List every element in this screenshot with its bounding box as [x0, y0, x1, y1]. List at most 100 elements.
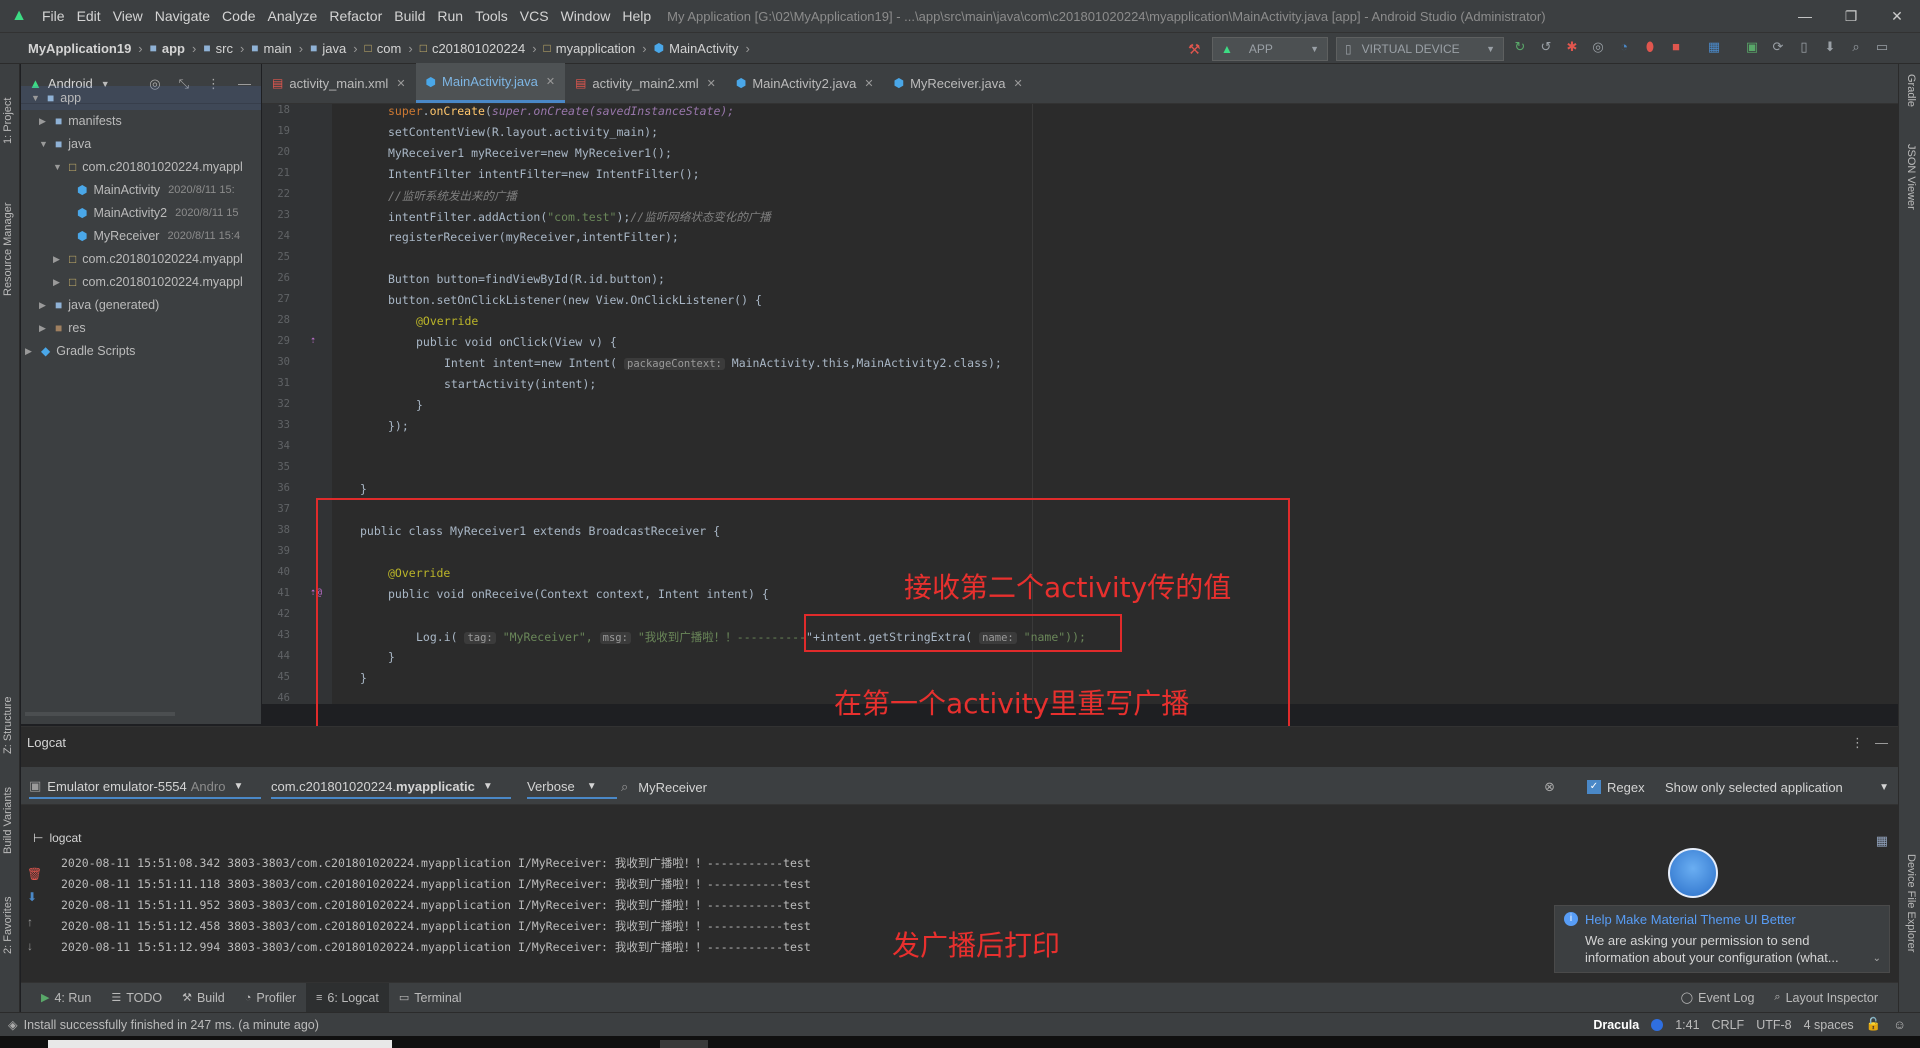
menu-tools[interactable]: Tools	[469, 8, 514, 24]
tool-build[interactable]: ⚒ Build	[172, 983, 235, 1013]
device-file-explorer-tool-button[interactable]: Device File Explorer	[1905, 854, 1917, 952]
resource-manager-tool-button[interactable]: Resource Manager	[2, 202, 14, 296]
breadcrumb-app[interactable]: app	[162, 41, 185, 56]
process-dropdown[interactable]: com.c201801020224. myapplicatic ▼	[271, 775, 511, 799]
favorites-tool-button[interactable]: 2: Favorites	[2, 897, 14, 954]
cursor-position[interactable]: 1:41	[1675, 1018, 1699, 1032]
project-tool-button[interactable]: 1: Project	[2, 98, 14, 144]
breadcrumb-java[interactable]: java	[322, 41, 346, 56]
coverage-icon[interactable]: ◎	[1590, 39, 1606, 55]
tree-item-mainactivity[interactable]: ⬢ MainActivity 2020/8/11 15:	[77, 178, 235, 202]
menu-refactor[interactable]: Refactor	[323, 8, 388, 24]
override-gutter-icon[interactable]: ⇡	[310, 335, 316, 346]
tree-item-package[interactable]: ▼ □ com.c201801020224.myappl	[53, 155, 243, 179]
close-icon[interactable]: ✕	[864, 77, 873, 90]
status-message[interactable]: Install successfully finished in 247 ms.…	[24, 1018, 319, 1032]
menu-file[interactable]: File	[36, 8, 71, 24]
debug-icon[interactable]: ✱	[1564, 39, 1580, 55]
breadcrumb-package[interactable]: c201801020224	[432, 41, 525, 56]
log-level-dropdown[interactable]: Verbose ▼	[527, 775, 617, 799]
layout-icon[interactable]: ▭	[1874, 39, 1890, 55]
chevron-down-icon[interactable]: ⌄	[1873, 953, 1881, 964]
more-icon[interactable]: ⋮	[1851, 735, 1864, 751]
taskbar-window[interactable]	[48, 1040, 392, 1048]
breadcrumb-src[interactable]: src	[216, 41, 233, 56]
tree-item-myreceiver[interactable]: ⬢ MyReceiver 2020/8/11 15:4	[77, 224, 240, 248]
logcat-tab[interactable]: ⊢ logcat	[33, 831, 81, 845]
layout-icon[interactable]: ▦	[1876, 833, 1888, 849]
structure-tool-button[interactable]: Z: Structure	[2, 697, 14, 754]
tree-item-java[interactable]: ▼ ■ java	[39, 132, 91, 156]
menu-view[interactable]: View	[107, 8, 149, 24]
tab-activity-main-xml[interactable]: ▤ activity_main.xml ✕	[262, 63, 416, 103]
menu-analyze[interactable]: Analyze	[262, 8, 324, 24]
profile-icon[interactable]: ◔	[1616, 39, 1632, 55]
tree-item-manifests[interactable]: ▶ ■ manifests	[39, 109, 122, 133]
tool-run[interactable]: ▶ 4: Run	[31, 983, 101, 1013]
regex-checkbox[interactable]: ✓ Regex	[1587, 775, 1645, 799]
tool-logcat[interactable]: ≡ 6: Logcat	[306, 982, 389, 1013]
indent-setting[interactable]: 4 spaces	[1804, 1018, 1854, 1032]
hide-icon[interactable]: —	[1875, 735, 1888, 750]
notification-balloon[interactable]: i Help Make Material Theme UI Better We …	[1554, 905, 1890, 973]
apply-changes-icon[interactable]: ↺	[1538, 39, 1554, 55]
tab-myreceiver-java[interactable]: ⬢ MyReceiver.java ✕	[884, 63, 1033, 103]
gradle-tool-button[interactable]: Gradle	[1905, 74, 1917, 107]
sdk-manager-icon[interactable]: ⬇	[1822, 39, 1838, 55]
attach-debugger-icon[interactable]: ⬮	[1642, 39, 1658, 55]
minimize-button[interactable]: —	[1782, 0, 1828, 32]
build-variants-tool-button[interactable]: Build Variants	[2, 787, 14, 854]
clear-log-icon[interactable]: 🗑	[27, 867, 42, 881]
tree-item-gradle-scripts[interactable]: ▶ ◆ Gradle Scripts	[25, 339, 135, 363]
breadcrumb-mainactivity[interactable]: MainActivity	[669, 41, 738, 56]
tool-terminal[interactable]: ▭ Terminal	[389, 983, 472, 1013]
menu-vcs[interactable]: VCS	[514, 8, 555, 24]
tool-layout-inspector[interactable]: ⌕ Layout Inspector	[1764, 983, 1888, 1013]
filter-dropdown[interactable]: Show only selected application ▼	[1665, 775, 1893, 799]
breadcrumb-project[interactable]: MyApplication19	[28, 41, 131, 56]
sync-gradle-icon[interactable]: ⟳	[1770, 39, 1786, 55]
breadcrumb-com[interactable]: com	[377, 41, 402, 56]
module-selector[interactable]: ▲ APP ▼	[1212, 37, 1328, 61]
device-selector[interactable]: ▯ VIRTUAL DEVICE ▼	[1336, 37, 1504, 61]
lock-icon[interactable]: 🔓	[1866, 1017, 1882, 1032]
menu-help[interactable]: Help	[616, 8, 657, 24]
horizontal-scrollbar[interactable]	[25, 712, 175, 716]
rerun-icon[interactable]: ↻	[1512, 39, 1528, 55]
json-viewer-tool-button[interactable]: JSON Viewer	[1905, 144, 1917, 210]
avd-manager-icon[interactable]: ▯	[1796, 39, 1812, 55]
stop-icon[interactable]: ■	[1668, 39, 1684, 55]
menu-code[interactable]: Code	[216, 8, 261, 24]
inspector-icon[interactable]: ☺	[1893, 1018, 1906, 1032]
search-icon[interactable]: ⌕	[1848, 39, 1864, 55]
tool-todo[interactable]: ☰ TODO	[101, 983, 172, 1013]
menu-build[interactable]: Build	[388, 8, 431, 24]
down-icon[interactable]: ↓	[27, 939, 33, 953]
breadcrumb-main[interactable]: main	[264, 41, 292, 56]
tool-event-log[interactable]: ◯ Event Log	[1671, 983, 1765, 1013]
tab-mainactivity-java[interactable]: ⬢ MainActivity.java ✕	[415, 63, 566, 103]
menu-navigate[interactable]: Navigate	[149, 8, 216, 24]
tab-activity-main2-xml[interactable]: ▤ activity_main2.xml ✕	[565, 63, 726, 103]
project-structure-icon[interactable]: ▦	[1706, 39, 1722, 55]
tree-item-package-test[interactable]: ▶ □ com.c201801020224.myappl	[53, 270, 243, 294]
scroll-to-end-icon[interactable]: ⬇	[27, 890, 37, 904]
menu-run[interactable]: Run	[431, 8, 469, 24]
menu-window[interactable]: Window	[555, 8, 617, 24]
taskbar-item[interactable]	[660, 1040, 708, 1048]
close-icon[interactable]: ✕	[1013, 77, 1022, 90]
log-search-input[interactable]: ⌕ MyReceiver ⊗	[621, 775, 1561, 799]
line-separator[interactable]: CRLF	[1712, 1018, 1745, 1032]
menu-edit[interactable]: Edit	[71, 8, 107, 24]
close-icon[interactable]: ✕	[396, 77, 405, 90]
tree-item-package-androidtest[interactable]: ▶ □ com.c201801020224.myappl	[53, 247, 243, 271]
tab-mainactivity2-java[interactable]: ⬢ MainActivity2.java ✕	[726, 63, 884, 103]
up-icon[interactable]: ↑	[27, 915, 33, 929]
breadcrumb-myapplication[interactable]: myapplication	[556, 41, 636, 56]
hammer-icon[interactable]: ⚒	[1188, 41, 1201, 58]
maximize-button[interactable]: ❐	[1828, 0, 1874, 32]
close-window-button[interactable]: ✕	[1874, 0, 1920, 32]
close-icon[interactable]: ✕	[707, 77, 716, 90]
tree-item-res[interactable]: ▶ ■ res	[39, 316, 86, 340]
close-icon[interactable]: ✕	[546, 75, 555, 88]
